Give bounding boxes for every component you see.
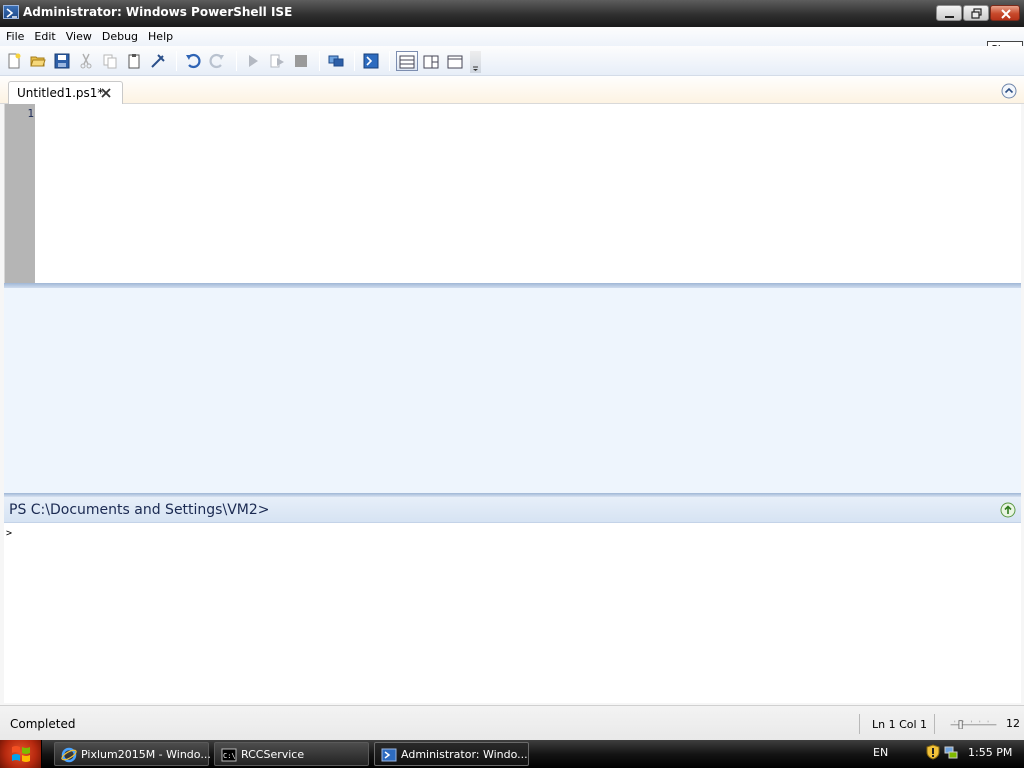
clear-output-button[interactable] [148,51,168,71]
command-input-pane[interactable]: > [4,523,1021,703]
script-editor[interactable]: 1 [4,104,1021,283]
expand-command-pane-icon[interactable] [1000,502,1016,518]
tab-untitled1[interactable]: Untitled1.ps1* [8,81,123,105]
new-button[interactable] [4,51,24,71]
clear-icon [151,54,165,68]
restore-icon [971,8,982,19]
taskbar-button-pixlum[interactable]: Pixlum2015M - Windo... [54,742,211,766]
line-number-gutter: 1 [5,104,35,283]
chevron-down-icon [473,66,478,71]
powershell-ise-window: Administrator: Windows PowerShell ISE Fi… [0,0,1024,740]
copy-icon [103,54,117,69]
svg-text:C:\: C:\ [223,752,236,760]
security-shield-icon[interactable] [925,744,941,760]
undo-button[interactable] [183,51,203,71]
minimize-button[interactable] [936,5,962,21]
powershell-icon [363,53,379,69]
taskbar-button-rccservice[interactable]: C:\ RCCService [214,742,369,766]
layout-max-icon [447,55,463,69]
tab-label: Untitled1.ps1* [17,86,104,100]
start-powershell-button[interactable] [361,51,381,71]
line-number: 1 [27,107,34,120]
zoom-slider[interactable] [946,719,1001,729]
paste-button[interactable] [124,51,144,71]
powershell-icon [381,748,397,762]
menu-debug[interactable]: Debug [97,27,143,46]
stop-button[interactable] [291,51,311,71]
layout-right-icon [423,55,439,69]
layout-script-top-button[interactable] [396,51,418,71]
stop-icon [295,55,307,67]
minimize-icon [945,16,954,18]
close-icon [1001,9,1011,19]
cut-button[interactable] [76,51,96,71]
close-button[interactable] [990,5,1020,21]
cut-icon [80,53,92,69]
toolbar [0,46,1024,76]
powershell-app-icon[interactable] [3,5,19,19]
run-selection-icon [270,54,284,68]
save-icon [54,53,70,69]
windows-logo-icon [12,746,30,762]
collapse-script-pane-icon[interactable] [1001,83,1017,99]
taskbar-button-powershell-ise[interactable]: Administrator: Windo... [374,742,529,766]
new-remote-tab-button[interactable] [326,51,346,71]
toolbar-overflow-button[interactable] [470,51,481,73]
console-icon: C:\ [221,748,237,762]
undo-icon [186,53,201,69]
run-icon [249,55,258,67]
title-bar[interactable]: Administrator: Windows PowerShell ISE [0,0,1024,27]
command-prompt: PS C:\Documents and Settings\VM2> [9,502,270,518]
start-button[interactable] [0,740,42,768]
new-icon [8,53,21,69]
output-pane[interactable] [4,288,1021,493]
network-icon[interactable] [943,744,959,760]
ie-icon [61,747,77,763]
taskbar: Pixlum2015M - Windo... C:\ RCCService Ad… [0,740,1024,768]
menu-help[interactable]: Help [143,27,178,46]
taskbar-button-label: Administrator: Windo... [401,748,528,761]
command-pane-header: PS C:\Documents and Settings\VM2> [4,497,1021,523]
close-tab-icon[interactable] [100,87,112,99]
menu-edit[interactable]: Edit [29,27,60,46]
new-remote-tab-icon [328,55,344,67]
system-clock[interactable]: 1:55 PM [968,746,1012,759]
run-selection-button[interactable] [267,51,287,71]
menu-file[interactable]: File [1,27,29,46]
status-text: Completed [10,717,76,731]
taskbar-button-label: Pixlum2015M - Windo... [81,748,211,761]
command-caret: > [6,528,13,539]
cursor-position: Ln 1 Col 1 [872,718,928,731]
menu-bar: File Edit View Debug Help [0,27,1024,46]
layout-script-max-button[interactable] [444,51,466,71]
status-bar: Completed Ln 1 Col 1 12 [0,705,1024,740]
paste-icon [128,54,140,69]
menu-view[interactable]: View [61,27,97,46]
taskbar-button-label: RCCService [241,748,305,761]
copy-button[interactable] [100,51,120,71]
redo-button[interactable] [207,51,227,71]
layout-top-icon [399,55,415,69]
script-tab-strip: Untitled1.ps1* [0,76,1024,105]
layout-script-right-button[interactable] [420,51,442,71]
zoom-value: 12 [1006,717,1020,730]
run-script-button[interactable] [243,51,263,71]
open-icon [30,56,46,67]
restore-button[interactable] [963,5,989,21]
save-button[interactable] [52,51,72,71]
language-indicator[interactable]: EN [873,746,888,759]
window-title: Administrator: Windows PowerShell ISE [23,5,293,19]
redo-icon [209,53,224,69]
open-button[interactable] [28,51,48,71]
